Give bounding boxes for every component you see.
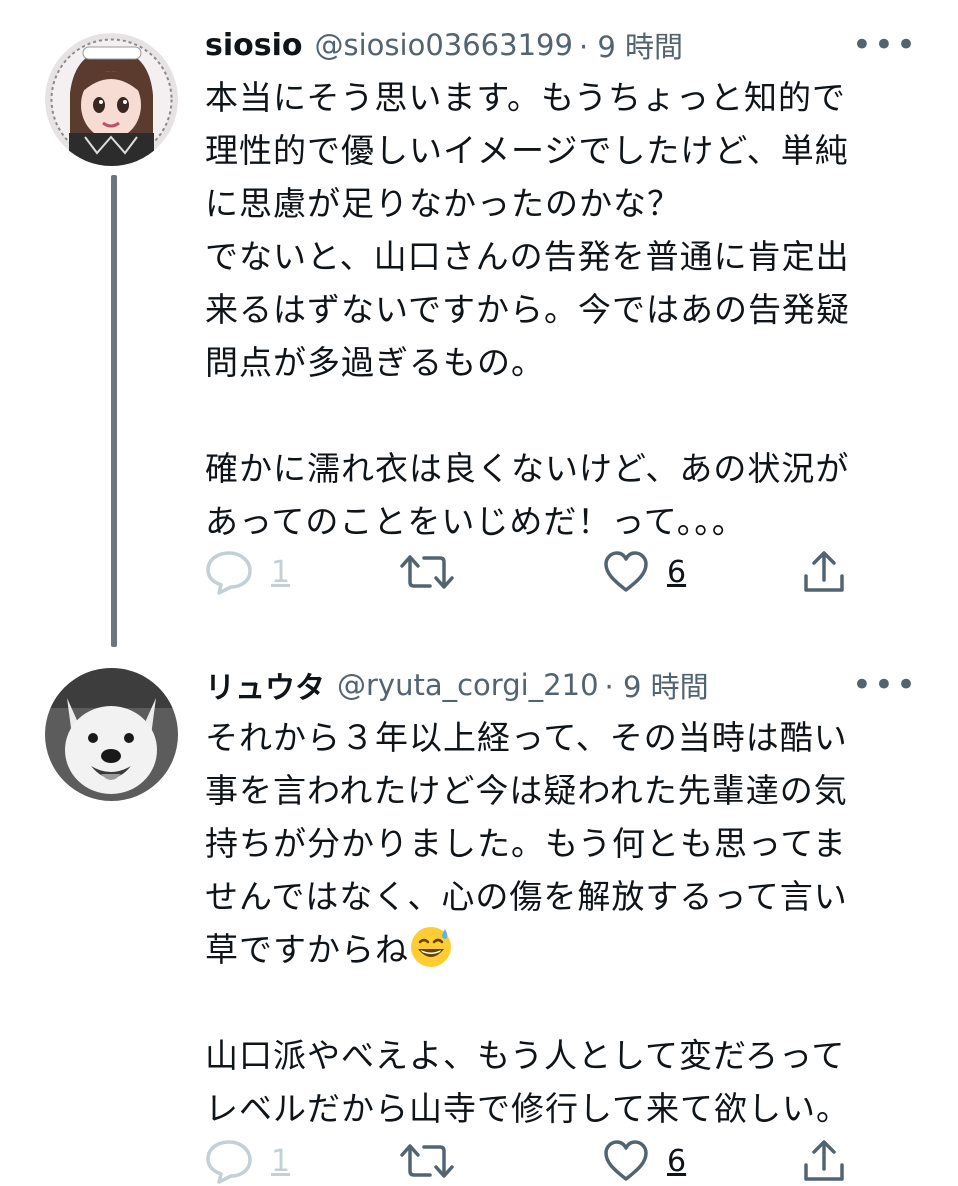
share-button[interactable] <box>802 1136 846 1186</box>
like-button[interactable]: 6 <box>603 547 686 597</box>
share-button[interactable] <box>802 547 846 597</box>
tweet-line: レベルだから山寺で修行して来て欲しい。 <box>205 1089 851 1128</box>
retweet-icon <box>400 1144 454 1178</box>
tweet-line: でないと、山口さんの告発を普通に肯定出 <box>205 237 850 276</box>
tweet-line: 問点が多過ぎるもの。 <box>205 343 545 382</box>
share-icon <box>804 1140 844 1181</box>
like-count: 6 <box>667 554 687 590</box>
avatar[interactable] <box>45 668 178 801</box>
reply-icon <box>206 1140 252 1184</box>
more-icon[interactable]: ••• <box>852 668 918 702</box>
tweet-line: せんではなく、心の傷を解放するって言い <box>205 877 848 916</box>
tweet-line: 確かに濡れ衣は良くないけど、あの状況が <box>205 449 850 488</box>
tweet-line: あってのことをいじめだ！って。。。 <box>205 502 746 541</box>
reply-icon <box>206 551 252 595</box>
tweet-line-text: 草ですからね <box>205 930 409 969</box>
tweet-header: siosio @siosio03663199 · 9 時間 ••• <box>205 25 918 65</box>
tweet-line: に思慮が足りなかったのかな？ <box>205 184 681 223</box>
like-icon <box>604 1140 648 1181</box>
retweet-button[interactable] <box>400 547 454 597</box>
more-icon[interactable]: ••• <box>852 28 918 62</box>
user-handle[interactable]: @ryuta_corgi_210 <box>337 668 599 702</box>
tweet-text: 本当にそう思います。もうちょっと知的で 理性的で優しいイメージでしたけど、単純 に思… <box>205 71 925 548</box>
like-icon <box>604 551 648 592</box>
action-bar: 1 6 <box>205 547 865 597</box>
tweet-line: 本当にそう思います。もうちょっと知的で <box>205 78 847 117</box>
like-button[interactable]: 6 <box>603 1136 686 1186</box>
timestamp[interactable]: · 9 時間 <box>605 664 709 706</box>
tweet-line: 事を言われたけど今は疑われた先輩達の気 <box>205 771 848 810</box>
thread-connector-line <box>111 175 117 647</box>
sweat-smile-emoji <box>411 927 451 967</box>
tweet-line: 理性的で優しいイメージでしたけど、単純 <box>205 131 849 170</box>
display-name[interactable]: siosio <box>205 28 303 63</box>
reply-count: 1 <box>271 554 291 590</box>
tweet-text: それから３年以上経って、その当時は酷い 事を言われたけど今は疑われた先輩達の気 持ち… <box>205 711 925 1135</box>
retweet-button[interactable] <box>400 1136 454 1186</box>
tweet-line: それから３年以上経って、その当時は酷い <box>205 718 848 757</box>
user-handle[interactable]: @siosio03663199 <box>315 28 573 62</box>
reply-button[interactable]: 1 <box>205 1136 290 1186</box>
tweet-header: リュウタ @ryuta_corgi_210 · 9 時間 ••• <box>205 663 918 707</box>
share-icon <box>804 551 844 592</box>
like-count: 6 <box>667 1143 687 1179</box>
retweet-icon <box>400 555 454 589</box>
tweet-line: 持ちが分かりました。もう何とも思ってま <box>205 824 847 863</box>
timestamp[interactable]: · 9 時間 <box>579 24 683 66</box>
tweet-line: 草ですからね <box>205 923 925 976</box>
action-bar: 1 6 <box>205 1136 865 1186</box>
avatar[interactable] <box>45 33 178 166</box>
tweet-line: 山口派やべえよ、もう人として変だろって <box>205 1036 846 1075</box>
reply-button[interactable]: 1 <box>205 547 290 597</box>
reply-count: 1 <box>271 1143 291 1179</box>
display-name[interactable]: リュウタ <box>205 663 325 707</box>
tweet-line: 来るはずないですから。今ではあの告発疑 <box>205 290 851 329</box>
